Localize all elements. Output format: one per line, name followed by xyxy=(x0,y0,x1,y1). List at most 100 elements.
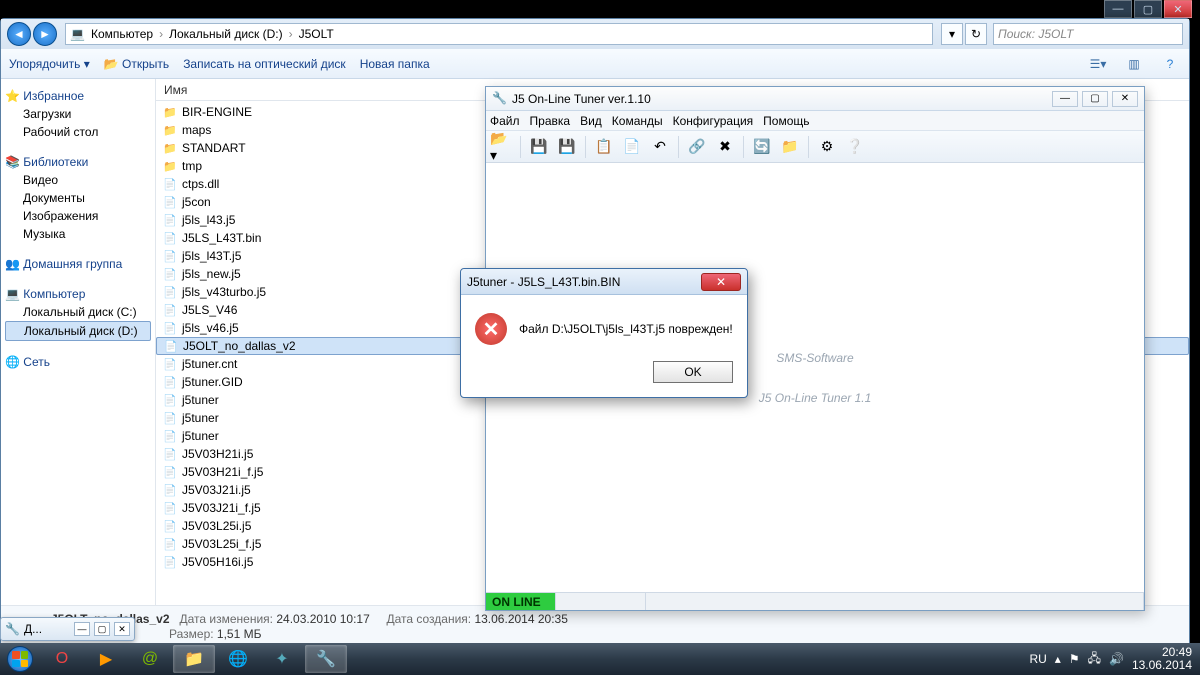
save-all-icon[interactable]: 💾 xyxy=(555,135,579,159)
menu-config[interactable]: Конфигурация xyxy=(673,114,754,128)
taskbar-app1[interactable]: ✦ xyxy=(261,645,303,673)
preview-max[interactable]: ▢ xyxy=(94,622,110,636)
save-icon[interactable]: 💾 xyxy=(527,135,551,159)
paste-icon[interactable]: 📄 xyxy=(620,135,644,159)
file-name: j5ls_l43.j5 xyxy=(182,213,235,227)
file-icon xyxy=(162,284,178,300)
file-name: J5V03H21i_f.j5 xyxy=(182,465,263,479)
sidebar-item-videos[interactable]: Видео xyxy=(5,171,151,189)
view-options-button[interactable]: ☰▾ xyxy=(1087,53,1109,75)
tray-network-icon[interactable]: 🖧 xyxy=(1088,649,1101,670)
taskbar-chrome[interactable]: 🌐 xyxy=(217,645,259,673)
sidebar-item-music[interactable]: Музыка xyxy=(5,225,151,243)
disconnect-icon[interactable]: ✖ xyxy=(713,135,737,159)
back-button[interactable]: ◄ xyxy=(7,22,31,46)
search-input[interactable]: Поиск: J5OLT xyxy=(993,23,1183,45)
menu-view[interactable]: Вид xyxy=(580,114,602,128)
sidebar-item-pictures[interactable]: Изображения xyxy=(5,207,151,225)
file-icon xyxy=(162,410,178,426)
explorer-minimize-button[interactable]: — xyxy=(1104,0,1132,18)
taskbar-tuner[interactable]: 🔧 xyxy=(305,645,347,673)
sidebar-item-drive-d[interactable]: Локальный диск (D:) xyxy=(5,321,151,341)
menu-file[interactable]: Файл xyxy=(490,114,520,128)
menu-commands[interactable]: Команды xyxy=(612,114,663,128)
tuner-close-button[interactable]: ✕ xyxy=(1112,91,1138,107)
forward-button[interactable]: ► xyxy=(33,22,57,46)
sidebar-libraries[interactable]: 📚 Библиотеки xyxy=(5,155,151,169)
sidebar-item-desktop[interactable]: Рабочий стол xyxy=(5,123,151,141)
tuner-maximize-button[interactable]: ▢ xyxy=(1082,91,1108,107)
start-button[interactable] xyxy=(0,643,40,675)
tuner-minimize-button[interactable]: — xyxy=(1052,91,1078,107)
sidebar-item-documents[interactable]: Документы xyxy=(5,189,151,207)
burn-button[interactable]: Записать на оптический диск xyxy=(183,57,346,71)
help-button[interactable]: ? xyxy=(1159,53,1181,75)
history-dropdown-button[interactable]: ▾ xyxy=(941,23,963,45)
status-cell-3 xyxy=(646,593,1144,610)
sidebar-item-downloads[interactable]: Загрузки xyxy=(5,105,151,123)
explorer-maximize-button[interactable]: ▢ xyxy=(1134,0,1162,18)
file-name: J5V05H16i.j5 xyxy=(182,555,253,569)
dialog-ok-button[interactable]: OK xyxy=(653,361,733,383)
taskbar-mediaplayer[interactable]: ▶ xyxy=(85,645,127,673)
explorer-close-button[interactable]: ✕ xyxy=(1164,0,1192,18)
folder-icon[interactable]: 📁 xyxy=(778,135,802,159)
tray-arrow-icon[interactable]: ▴ xyxy=(1055,652,1061,666)
help-icon[interactable]: ❔ xyxy=(843,135,867,159)
tray-lang[interactable]: RU xyxy=(1029,652,1046,666)
menu-edit[interactable]: Правка xyxy=(530,114,571,128)
preview-pane-button[interactable]: ▥ xyxy=(1123,53,1145,75)
dialog-titlebar[interactable]: J5tuner - J5LS_L43T.bin.BIN ✕ xyxy=(461,269,747,295)
taskbar-mailru[interactable]: @ xyxy=(129,645,171,673)
refresh-button[interactable]: ↻ xyxy=(965,23,987,45)
settings-icon[interactable]: ⚙ xyxy=(815,135,839,159)
sidebar-homegroup[interactable]: 👥 Домашняя группа xyxy=(5,257,151,271)
sidebar-item-drive-c[interactable]: Локальный диск (C:) xyxy=(5,303,151,321)
open-icon[interactable]: 📂▾ xyxy=(490,135,514,159)
tuner-statusbar: ON LINE xyxy=(486,592,1144,610)
sidebar-network[interactable]: 🌐 Сеть xyxy=(5,355,151,369)
file-name: STANDART xyxy=(182,141,246,155)
taskbar-opera[interactable]: O xyxy=(41,645,83,673)
breadcrumb[interactable]: 💻 Компьютер› Локальный диск (D:)› J5OLT xyxy=(65,23,933,45)
sidebar-favorites[interactable]: ⭐ Избранное xyxy=(5,89,151,103)
tray-volume-icon[interactable]: 🔊 xyxy=(1109,652,1124,666)
copy-icon[interactable]: 📋 xyxy=(592,135,616,159)
file-icon xyxy=(162,158,178,174)
tray-clock[interactable]: 20:49 13.06.2014 xyxy=(1132,646,1192,672)
status-cell-2 xyxy=(556,593,646,610)
organize-button[interactable]: Упорядочить ▾ xyxy=(9,57,90,71)
connect-icon[interactable]: 🔗 xyxy=(685,135,709,159)
tray-flag-icon[interactable]: ⚑ xyxy=(1069,652,1080,666)
crumb-drive[interactable]: Локальный диск (D:) xyxy=(169,27,283,41)
details-pane: 🔧 J5OLT_no_dallas_v2 Дата изменения: 24.… xyxy=(1,605,1189,647)
dialog-close-button[interactable]: ✕ xyxy=(701,273,741,291)
sync-icon[interactable]: 🔄 xyxy=(750,135,774,159)
preview-close[interactable]: ✕ xyxy=(114,622,130,636)
column-header-name[interactable]: Имя xyxy=(156,83,356,97)
file-name: j5ls_l43T.j5 xyxy=(182,249,241,263)
dialog-message: Файл D:\J5OLT\j5ls_l43T.j5 поврежден! xyxy=(519,322,733,336)
file-name: J5V03L25i.j5 xyxy=(182,519,251,533)
menu-help[interactable]: Помощь xyxy=(763,114,809,128)
computer-icon: 💻 xyxy=(70,27,85,41)
new-folder-button[interactable]: Новая папка xyxy=(360,57,430,71)
file-name: maps xyxy=(182,123,211,137)
sidebar-computer[interactable]: 💻 Компьютер xyxy=(5,287,151,301)
file-icon xyxy=(162,428,178,444)
open-button[interactable]: 📂 Открыть xyxy=(104,57,169,71)
file-icon xyxy=(162,194,178,210)
file-icon xyxy=(162,500,178,516)
file-icon xyxy=(162,356,178,372)
crumb-folder[interactable]: J5OLT xyxy=(299,27,334,41)
file-name: j5ls_v46.j5 xyxy=(182,321,239,335)
taskbar: O ▶ @ 📁 🌐 ✦ 🔧 RU ▴ ⚑ 🖧 🔊 20:49 13.06.201… xyxy=(0,643,1200,675)
undo-icon[interactable]: ↶ xyxy=(648,135,672,159)
taskbar-preview[interactable]: 🔧 Д... — ▢ ✕ xyxy=(0,617,135,641)
tuner-titlebar[interactable]: 🔧 J5 On-Line Tuner ver.1.10 — ▢ ✕ xyxy=(486,87,1144,111)
preview-min[interactable]: — xyxy=(74,622,90,636)
file-name: ctps.dll xyxy=(182,177,219,191)
crumb-computer[interactable]: Компьютер xyxy=(91,27,153,41)
preview-icon: 🔧 xyxy=(5,622,20,636)
taskbar-explorer[interactable]: 📁 xyxy=(173,645,215,673)
